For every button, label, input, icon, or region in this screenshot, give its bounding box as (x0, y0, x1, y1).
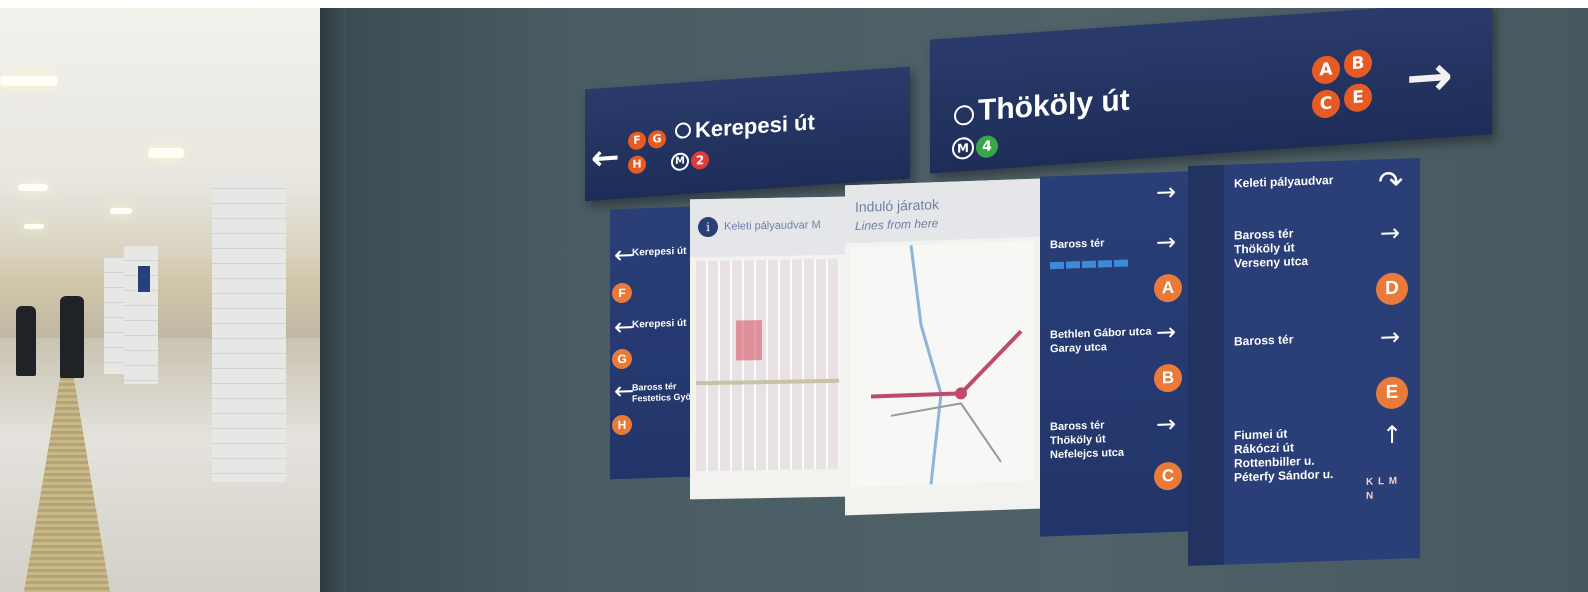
entry-label: Baross tér (1234, 332, 1294, 349)
metro-line-4-badge: 4 (976, 134, 998, 159)
exit-letter-a: A (1154, 273, 1182, 303)
station-name-thokoly: Thököly út (978, 83, 1130, 128)
pedestrian-icon (675, 121, 691, 140)
corridor-background (0, 8, 320, 592)
pedestrian-icon (954, 104, 974, 126)
network-lines (871, 244, 1023, 485)
exit-badge-f: F (628, 131, 646, 151)
entry-label: Baross tér (1050, 237, 1105, 252)
middle-exit-column: → → Baross tér A → Bethlen Gábor utca Ga… (1040, 171, 1188, 537)
ceiling-lamp (148, 148, 184, 158)
ceiling-lamp (110, 208, 132, 214)
exit-letter-b: B (1154, 363, 1182, 393)
pillar (104, 258, 124, 374)
exit-badge-e: E (1344, 82, 1372, 113)
scene: ← F G H Kerepesi út M 2 Thököly út M 4 A… (0, 8, 1588, 592)
map-panel-title: Keleti pályaudvar M (724, 219, 821, 233)
arrow-right-icon: → (1380, 322, 1401, 352)
exit-badge-b: B (1344, 48, 1372, 79)
entry-label: Keleti pályaudvar (1234, 172, 1334, 191)
arrow-right-icon: → (1156, 177, 1177, 207)
exit-letters-klmn: K L M N (1366, 475, 1399, 502)
pillar (212, 174, 286, 482)
network-panel-title: Induló járatok (855, 196, 940, 216)
info-icon: i (698, 216, 718, 238)
line-chips (1050, 253, 1140, 274)
information-board: ← Kerepesi út F ← Kerepesi út G ← Baross… (610, 157, 1430, 568)
arrow-right-icon: → (1156, 317, 1177, 347)
exit-badge-g: G (648, 129, 666, 149)
entry-label: Baross tér Thököly út Verseny utca (1234, 226, 1309, 271)
arrow-right-icon: → (1156, 227, 1177, 257)
exit-letter-f: F (612, 282, 632, 304)
exit-badge-a: A (1312, 54, 1340, 85)
entry-label: Kerepesi út (632, 245, 687, 259)
ceiling-lamp (0, 76, 58, 86)
map-highlight (736, 320, 762, 361)
street-map (696, 258, 839, 472)
exit-letter-d: D (1376, 272, 1408, 306)
map-panel: i Keleti pályaudvar M (690, 196, 845, 500)
exit-letter-g: G (612, 348, 632, 370)
metro-icon: M (952, 136, 974, 161)
u-turn-icon: ↷ (1378, 164, 1404, 201)
network-panel-subtitle: Lines from here (855, 216, 939, 234)
network-panel-header: Induló járatok Lines from here (845, 178, 1040, 244)
ceiling-lamp (24, 224, 44, 229)
arrow-up-icon: ↑ (1382, 420, 1403, 450)
small-sign-icon (138, 266, 150, 292)
person (60, 296, 84, 378)
exit-letter-h: H (612, 414, 632, 436)
map-panel-header: i Keleti pályaudvar M (690, 196, 845, 258)
entry-label: Fiumei út Rákóczi út Rottenbiller u. Pét… (1234, 426, 1334, 485)
exit-letter-e: E (1376, 376, 1408, 410)
arrow-right-icon: → (1380, 218, 1401, 248)
ceiling-lamp (18, 184, 48, 191)
right-exit-column: Keleti pályaudvar ↷ Baross tér Thököly ú… (1188, 157, 1420, 567)
network-panel: Induló járatok Lines from here (845, 178, 1040, 516)
entry-label: Kerepesi út (632, 317, 687, 331)
exit-letter-c: C (1154, 461, 1182, 491)
entry-label: Baross tér Thököly út Nefelejcs utca (1050, 419, 1124, 462)
left-exit-column: ← Kerepesi út F ← Kerepesi út G ← Baross… (610, 206, 716, 480)
entry-label: Bethlen Gábor utca Garay utca (1050, 325, 1152, 356)
arrow-right-icon: → (1406, 43, 1453, 112)
wall-edge (320, 8, 346, 592)
map-road (696, 378, 839, 386)
network-map (851, 240, 1034, 488)
person (16, 306, 36, 376)
arrow-right-icon: → (1156, 409, 1177, 439)
exit-badge-c: C (1312, 88, 1340, 119)
station-name-kerepesi: Kerepesi út (695, 109, 815, 143)
